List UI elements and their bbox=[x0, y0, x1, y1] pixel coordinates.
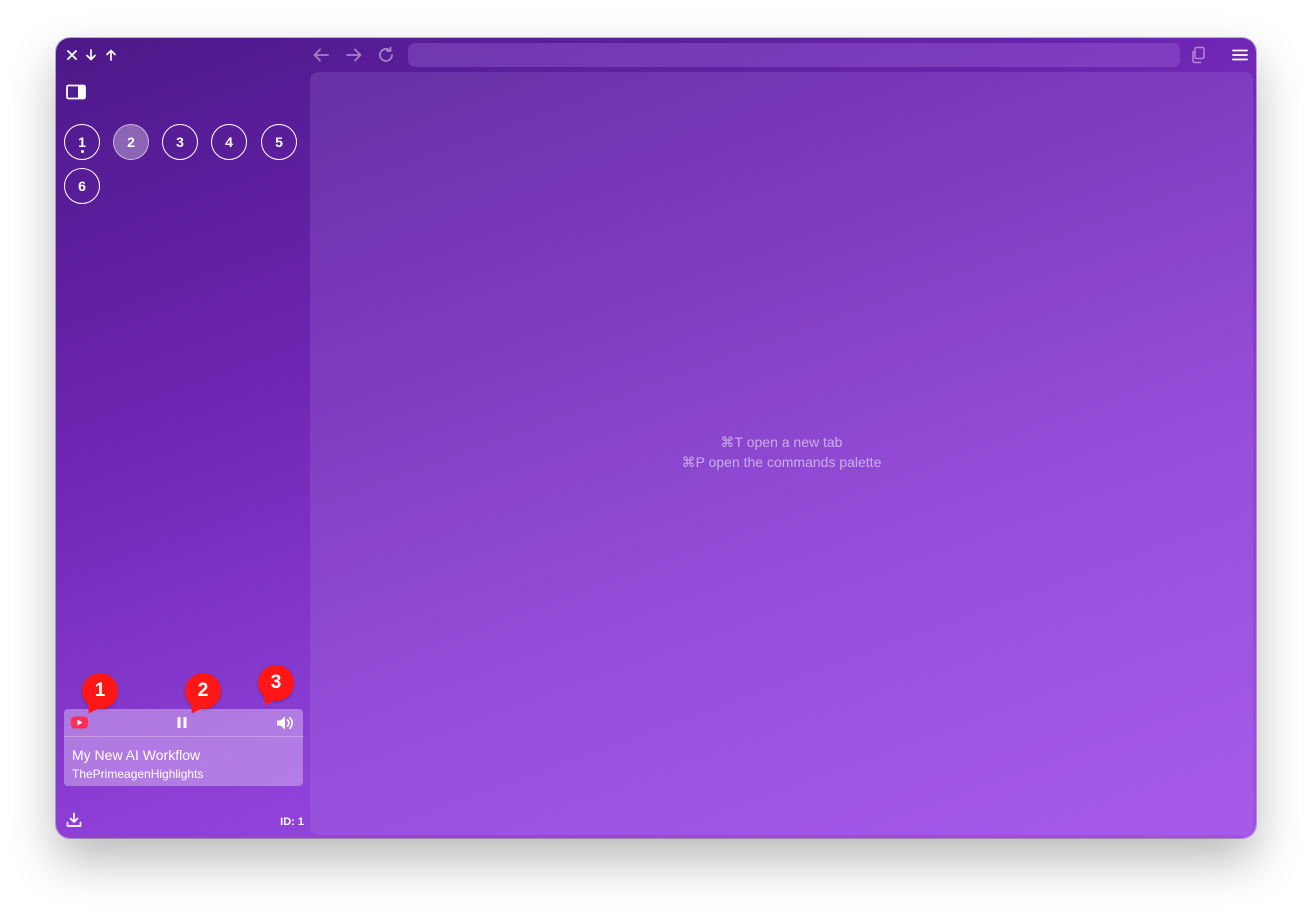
workspace-button-4[interactable]: 4 bbox=[211, 124, 247, 160]
browser-window: 1 2 3 4 5 6 My New AI Workflow ThePrimea… bbox=[56, 38, 1256, 838]
sidebar: 1 2 3 4 5 6 My New AI Workflow ThePrimea… bbox=[56, 72, 310, 838]
arrow-down-icon[interactable] bbox=[85, 49, 97, 61]
marker-label: 1 bbox=[94, 680, 106, 701]
workspace-button-1[interactable]: 1 bbox=[64, 124, 100, 160]
copy-icon[interactable] bbox=[1190, 46, 1206, 64]
workspace-button-3[interactable]: 3 bbox=[162, 124, 198, 160]
workspace-label: 4 bbox=[225, 134, 233, 150]
annotation-marker-1: 1 bbox=[82, 673, 118, 709]
reload-icon[interactable] bbox=[377, 46, 395, 64]
forward-arrow-icon[interactable] bbox=[345, 46, 363, 64]
media-title: My New AI Workflow bbox=[72, 747, 201, 763]
marker-label: 3 bbox=[270, 672, 282, 693]
workspace-label: 5 bbox=[275, 134, 283, 150]
youtube-icon[interactable] bbox=[71, 716, 88, 729]
menu-icon[interactable] bbox=[1232, 47, 1248, 63]
hint-command-palette: ⌘P open the commands palette bbox=[681, 454, 882, 470]
top-bar bbox=[56, 38, 1256, 72]
url-bar[interactable] bbox=[408, 43, 1180, 67]
workspace-button-5[interactable]: 5 bbox=[261, 124, 297, 160]
workspace-button-2[interactable]: 2 bbox=[113, 124, 149, 160]
marker-label: 2 bbox=[197, 680, 209, 701]
workspace-label: 6 bbox=[78, 178, 86, 194]
content-pane: ⌘T open a new tab ⌘P open the commands p… bbox=[310, 72, 1253, 835]
volume-icon[interactable] bbox=[276, 715, 294, 731]
sidebar-toggle-icon[interactable] bbox=[66, 84, 86, 100]
media-player: My New AI Workflow ThePrimeagenHighlight… bbox=[64, 709, 303, 786]
workspace-label: 2 bbox=[127, 134, 135, 150]
media-controls bbox=[64, 709, 303, 737]
back-arrow-icon[interactable] bbox=[312, 46, 330, 64]
close-icon[interactable] bbox=[66, 49, 78, 61]
hint-new-tab: ⌘T open a new tab bbox=[720, 434, 843, 450]
download-icon[interactable] bbox=[66, 812, 82, 828]
arrow-up-icon[interactable] bbox=[105, 49, 117, 61]
session-id-label: ID: 1 bbox=[280, 816, 304, 828]
workspace-label: 3 bbox=[176, 134, 184, 150]
workspace-label: 1 bbox=[78, 134, 86, 150]
annotation-marker-2: 2 bbox=[185, 673, 221, 709]
workspace-button-6[interactable]: 6 bbox=[64, 168, 100, 204]
annotation-marker-3: 3 bbox=[258, 665, 294, 701]
media-channel: ThePrimeagenHighlights bbox=[72, 767, 204, 781]
active-dot-icon bbox=[81, 150, 84, 153]
pause-icon[interactable] bbox=[176, 716, 188, 729]
